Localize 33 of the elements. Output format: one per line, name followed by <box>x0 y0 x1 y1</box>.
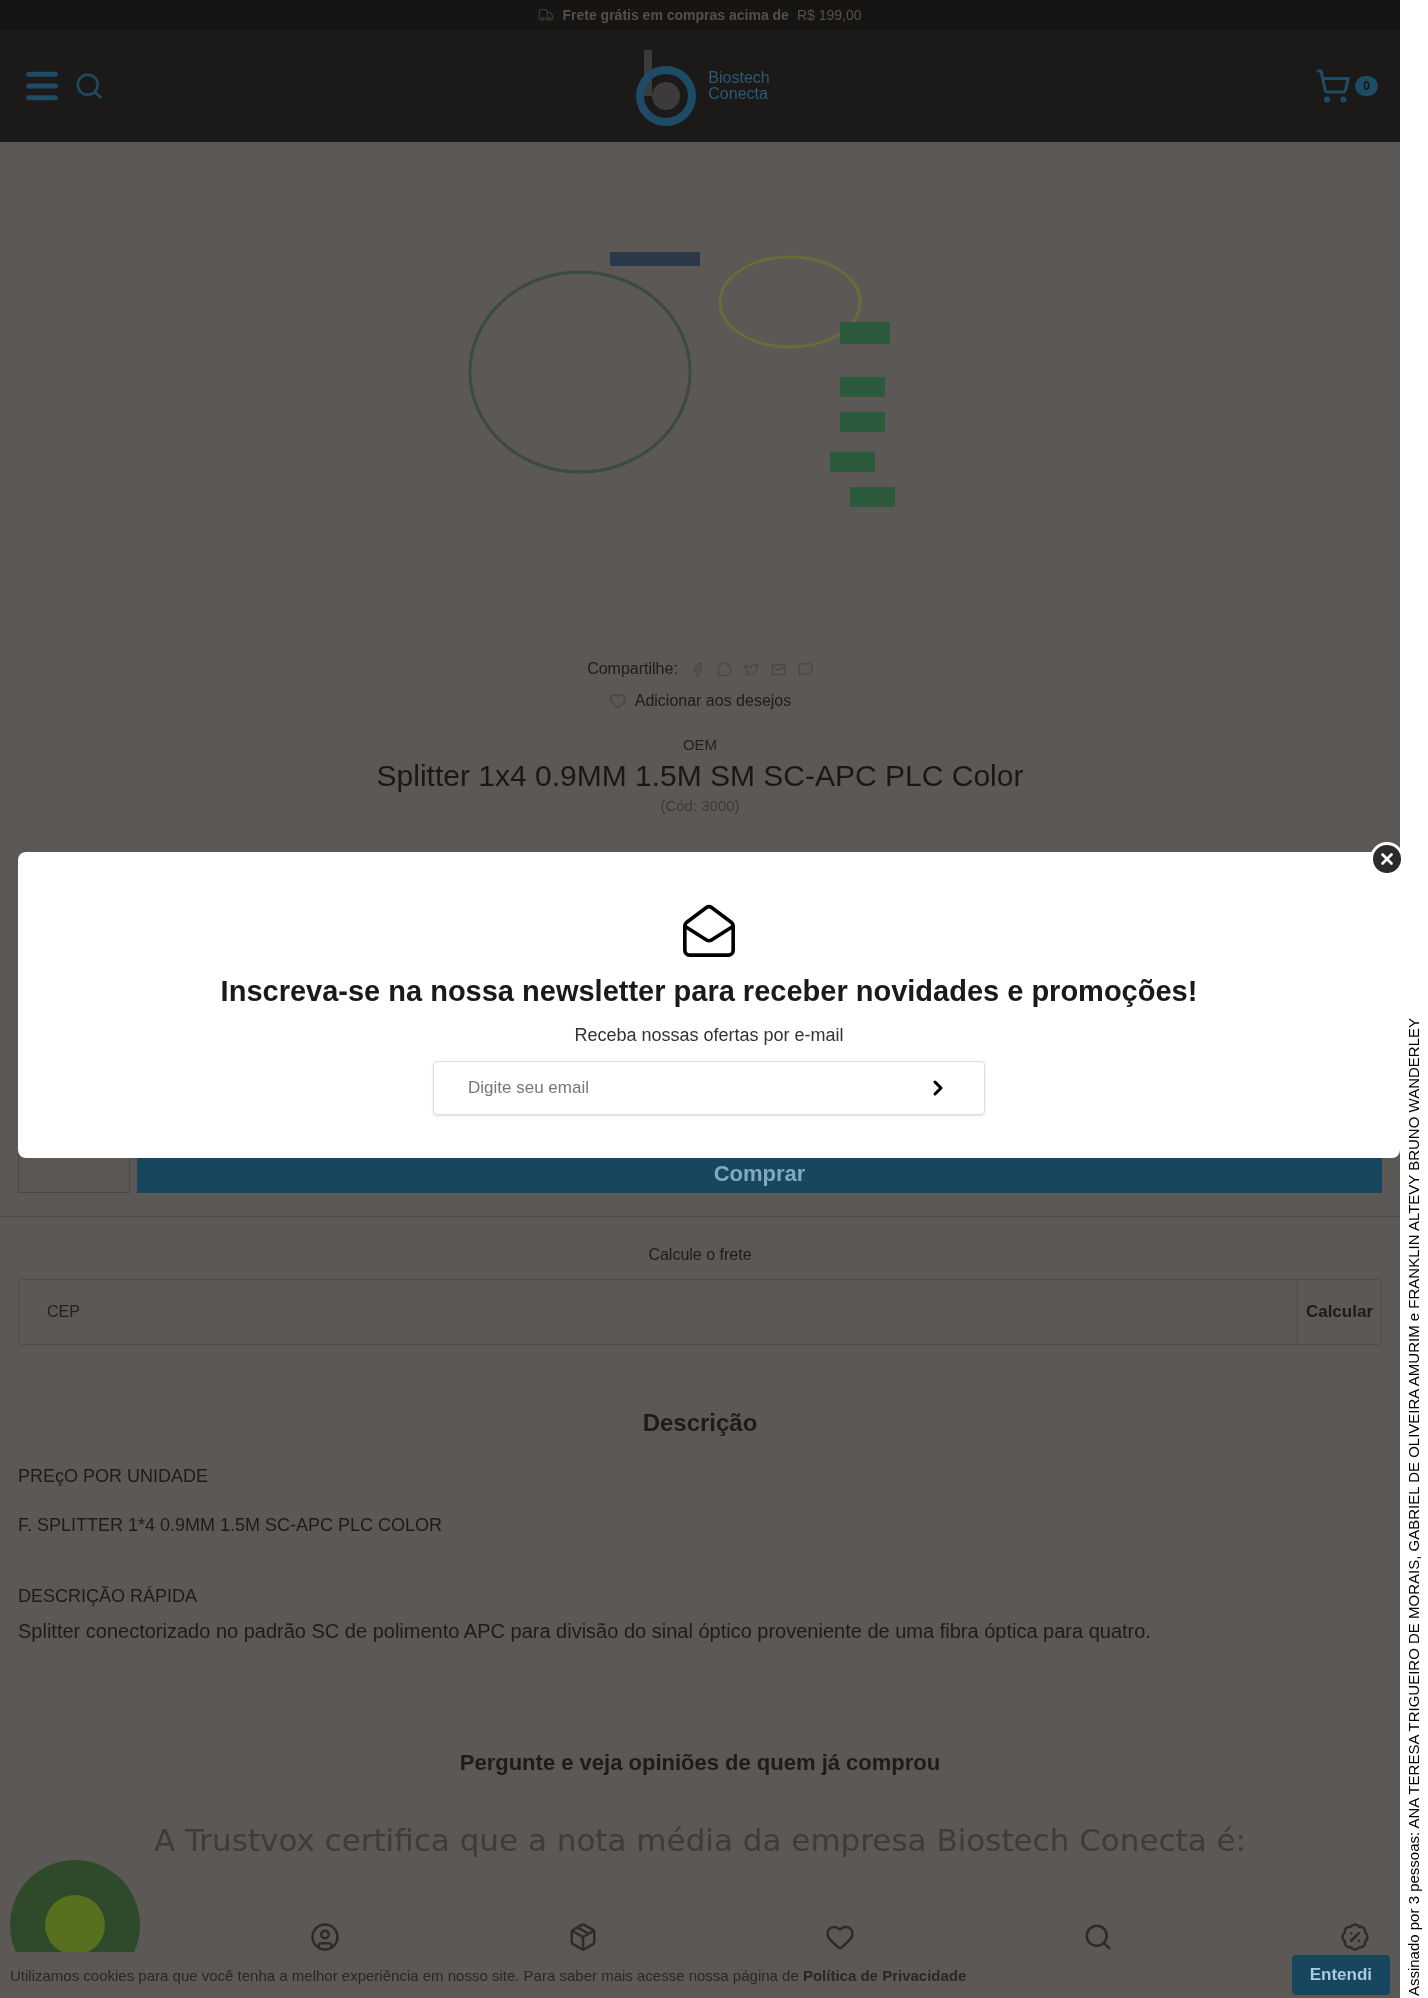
description-paragraph: F. SPLITTER 1*4 0.9MM 1.5M SC-APC PLC COLOR <box>18 1514 444 1537</box>
shipping-title: Calcule o frete <box>648 1245 752 1265</box>
user-icon[interactable] <box>310 1922 340 1952</box>
signature-text: Assinado por 3 pessoas: ANA TERESA TRIGUEIRO DE MORAIS, GABRIEL DE OLIVEIRA AMURIM e FRANKLIN ALTEVY BRUNO WANDERLEY <box>1403 1017 1423 1996</box>
newsletter-title: Inscreva-se na nossa newsletter para receber novidades e promoções! <box>220 974 1198 1009</box>
accept-button[interactable]: Entendi <box>1291 1955 1390 1995</box>
cart-icon[interactable] <box>1315 68 1352 104</box>
cart-count-badge: 0 <box>1355 76 1378 96</box>
percent-icon[interactable] <box>1340 1922 1370 1952</box>
close-icon <box>1378 850 1396 868</box>
wishlist-text: Adicionar aos desejos <box>634 691 792 711</box>
reviews-title: Pergunte e veja opiniões de quem já comprou <box>459 1749 941 1777</box>
search-icon[interactable] <box>74 71 104 101</box>
email-input[interactable]: Digite seu email <box>468 1074 926 1101</box>
announcement-price: R$ 199,00 <box>796 5 862 25</box>
wishlist-link[interactable]: Adicionar aos desejos <box>608 689 792 713</box>
cep-field[interactable]: CEP Calcular <box>18 1279 1382 1345</box>
announcement-text: Frete grátis em compras acima de <box>562 5 789 25</box>
envelope-icon <box>680 902 738 960</box>
truck-icon <box>538 7 555 23</box>
cep-input[interactable]: CEP <box>19 1300 1297 1324</box>
description-paragraph: PREçO POR UNIDADE <box>18 1465 210 1488</box>
description-subtitle: DESCRIÇÃO RÁPIDA <box>18 1585 199 1608</box>
product-title: Splitter 1x4 0.9MM 1.5M SM SC-APC PLC Color <box>376 757 1024 794</box>
calculate-button[interactable]: Calcular <box>1296 1280 1381 1344</box>
description-title: Descrição <box>642 1408 758 1438</box>
logo-text: Biostech <box>708 70 770 86</box>
description-text: Splitter conectorizado no padrão SC de polimento APC para divisão do sinal óptico proveniente de uma fibra óptica para quatro. <box>18 1619 1152 1644</box>
email-field[interactable]: Digite seu email <box>433 1060 985 1115</box>
logo[interactable]: Biostech Conecta <box>630 46 770 126</box>
logo-text: Conecta <box>708 86 769 102</box>
newsletter-subtitle: Receba nossas ofertas por e-mail <box>574 1023 844 1047</box>
share-label: Compartilhe: <box>587 659 678 679</box>
